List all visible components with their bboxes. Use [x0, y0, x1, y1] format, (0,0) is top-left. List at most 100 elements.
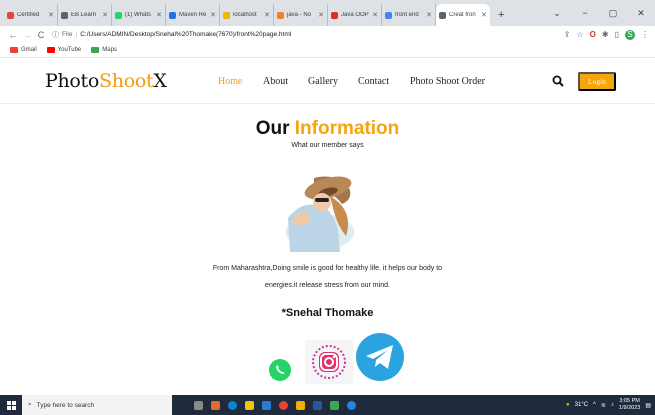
tab-favicon-icon — [7, 11, 14, 19]
back-icon[interactable]: ← — [6, 30, 20, 40]
taskbar-clock[interactable]: 3:05 PM 1/9/2023 — [619, 398, 640, 412]
nav-about-link[interactable]: About — [263, 76, 288, 87]
section-subtitle: What our member says — [291, 142, 364, 149]
member-name: *Snehal Thomake — [281, 307, 374, 319]
section-title-part1: Our — [255, 118, 295, 139]
volume-icon[interactable]: ♪ — [611, 402, 614, 408]
tab-title: Maven Re — [179, 12, 207, 18]
browser-tab[interactable]: Java OOP ✕ — [328, 4, 382, 26]
tab-close-icon[interactable]: ✕ — [264, 11, 270, 19]
task-view-icon[interactable] — [194, 400, 203, 410]
tray-chevron-icon[interactable]: ^ — [593, 402, 596, 408]
bookmark-item[interactable]: Maps — [91, 47, 117, 53]
chrome-icon[interactable] — [279, 400, 288, 410]
whatsapp-icon[interactable] — [268, 358, 292, 382]
file-explorer-icon[interactable] — [245, 400, 254, 410]
address-protocol: File — [62, 31, 73, 38]
nav-home-link[interactable]: Home — [218, 76, 242, 87]
bookmark-favicon-icon — [10, 47, 18, 53]
tab-search-icon[interactable]: ⌄ — [543, 8, 571, 19]
nav-photo-shoot-order-link[interactable]: Photo Shoot Order — [410, 76, 485, 87]
browser-tab[interactable]: Certified ✕ — [4, 4, 58, 26]
member-photo — [286, 176, 354, 252]
windows-taskbar: ⌕ Type here to search ● 31°C ^ ≋ ♪ 3:05 … — [0, 395, 655, 415]
folder-icon[interactable] — [296, 400, 305, 410]
web-page: PhotoShootX Home About Gallery Contact P… — [0, 58, 655, 395]
tab-close-icon[interactable]: ✕ — [372, 11, 378, 19]
forward-icon[interactable]: → — [20, 30, 34, 40]
search-icon[interactable] — [552, 75, 564, 87]
extensions-puzzle-icon[interactable]: ✱ — [602, 30, 609, 39]
app-icon[interactable] — [347, 400, 356, 410]
taskbar-search-box[interactable]: ⌕ Type here to search — [22, 395, 172, 415]
toolbar-extensions: ⇪ ☆ O ✱ ▯ S ⋮ — [564, 29, 649, 40]
address-url: C:/Users/ADMIN/Desktop/Snehal%20Thomake(… — [80, 31, 292, 38]
tab-title: localhost — [233, 12, 257, 18]
nav-gallery-link[interactable]: Gallery — [308, 76, 338, 87]
tab-close-icon[interactable]: ✕ — [318, 11, 324, 19]
instagram-icon[interactable] — [305, 340, 353, 384]
address-input[interactable]: ⓘ File | C:/Users/ADMIN/Desktop/Snehal%2… — [52, 28, 558, 41]
tab-close-icon[interactable]: ✕ — [210, 11, 216, 19]
tab-close-icon[interactable]: ✕ — [426, 11, 432, 19]
bookmark-item[interactable]: YouTube — [46, 47, 82, 53]
browser-tab[interactable]: front end ✕ — [382, 4, 436, 26]
bookmark-favicon-icon — [46, 47, 55, 53]
browser-tab[interactable]: localhost ✕ — [220, 4, 274, 26]
logo-part-shoot: Shoot — [99, 70, 154, 92]
member-quote-line1: From Maharashtra,Doing smile is good for… — [212, 265, 443, 272]
windows-start-button[interactable] — [0, 395, 22, 415]
word-icon[interactable] — [313, 400, 322, 410]
profile-avatar[interactable]: S — [625, 29, 635, 40]
network-icon[interactable]: ≋ — [601, 402, 606, 409]
windows-logo-icon — [6, 400, 16, 410]
site-logo[interactable]: PhotoShootX — [45, 70, 167, 92]
store-icon[interactable] — [262, 400, 271, 410]
tab-close-icon[interactable]: ✕ — [102, 11, 108, 19]
new-tab-button[interactable]: + — [490, 9, 512, 26]
taskbar-app-icon[interactable] — [211, 400, 220, 410]
browser-tab[interactable]: java - No ✕ — [274, 4, 328, 26]
tab-title: front end — [395, 12, 419, 18]
bookmark-label: YouTube — [57, 47, 82, 53]
taskbar-search-placeholder: Type here to search — [36, 401, 95, 409]
minimize-button[interactable]: − — [571, 8, 599, 18]
section-title: Our Information — [0, 118, 655, 140]
edge-icon[interactable] — [228, 400, 237, 410]
bookmark-star-icon[interactable]: ☆ — [576, 30, 583, 39]
browser-menu-icon[interactable]: ⋮ — [641, 30, 649, 39]
notifications-icon[interactable]: ▤ — [645, 402, 651, 409]
tab-close-icon[interactable]: ✕ — [48, 11, 54, 19]
browser-tab[interactable]: Maven Re ✕ — [166, 4, 220, 26]
tab-favicon-icon — [223, 11, 230, 19]
telegram-icon[interactable] — [355, 332, 405, 382]
share-icon[interactable]: ⇪ — [564, 30, 571, 39]
browser-tab[interactable]: (1) Whats ✕ — [112, 4, 166, 26]
tab-favicon-icon — [439, 11, 446, 19]
maximize-button[interactable]: ▢ — [599, 8, 627, 19]
notepad-icon[interactable] — [330, 400, 339, 410]
logo-part-photo: Photo — [45, 70, 100, 92]
weather-icon[interactable]: ● — [566, 402, 570, 408]
tab-title: java - No — [287, 12, 312, 18]
browser-tab[interactable]: Creat fron ✕ — [436, 4, 490, 26]
opera-extension-icon[interactable]: O — [590, 30, 596, 39]
tab-favicon-icon — [61, 11, 68, 19]
weather-temp[interactable]: 31°C — [575, 402, 588, 408]
reload-icon[interactable]: C — [34, 30, 48, 40]
site-info-icon[interactable]: ⓘ — [52, 30, 59, 40]
logo-part-x: X — [153, 70, 167, 92]
tab-close-icon[interactable]: ✕ — [156, 11, 162, 19]
tab-title: Certified — [17, 12, 40, 18]
browser-tab[interactable]: EB Learn ✕ — [58, 4, 112, 26]
side-panel-icon[interactable]: ▯ — [615, 30, 619, 39]
tab-close-icon[interactable]: ✕ — [481, 11, 487, 19]
login-button[interactable]: Login — [578, 72, 616, 91]
tab-favicon-icon — [115, 11, 122, 19]
window-controls: ⌄ − ▢ ✕ — [543, 0, 655, 26]
nav-contact-link[interactable]: Contact — [358, 76, 389, 87]
member-quote-line2: energies.it release stress from our mind… — [265, 282, 390, 289]
tab-title: Java OOP — [341, 12, 369, 18]
bookmark-item[interactable]: Gmail — [10, 47, 37, 53]
close-window-button[interactable]: ✕ — [627, 8, 655, 19]
